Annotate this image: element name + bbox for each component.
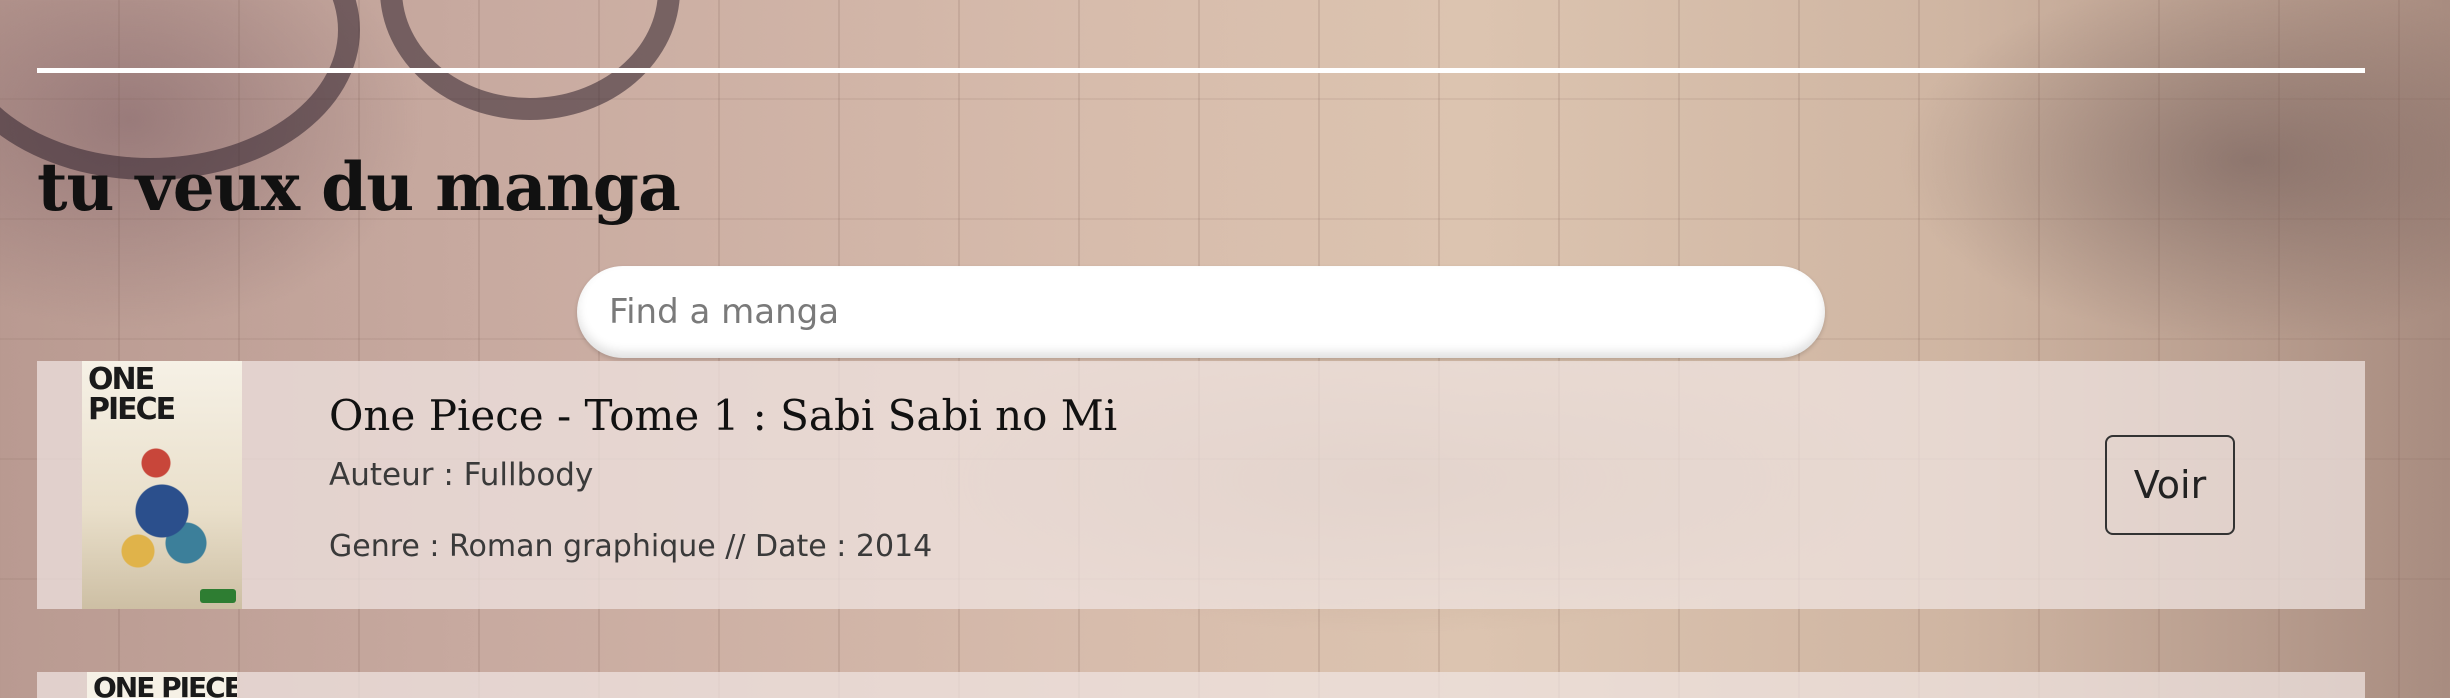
manga-title: One Piece - Tome 1 : Sabi Sabi no Mi xyxy=(329,391,1118,440)
cover-illustration xyxy=(102,423,222,583)
manga-cover-image: ONE PIECE xyxy=(87,672,237,698)
manga-author: Auteur : Fullbody xyxy=(329,457,594,493)
background-brush-stroke xyxy=(380,0,680,120)
manga-cover-image: ONE PIECE xyxy=(82,361,242,609)
publisher-logo xyxy=(200,589,236,603)
view-button[interactable]: Voir xyxy=(2105,435,2235,535)
result-card: ONE PIECE One Piece - Tome 1 : Sabi Sabi… xyxy=(37,361,2365,609)
cover-title-text: ONE PIECE xyxy=(88,362,176,427)
manga-genre-date: Genre : Roman graphique // Date : 2014 xyxy=(329,529,933,564)
header-divider xyxy=(37,68,2365,73)
search-input[interactable] xyxy=(577,266,1825,358)
search-bar xyxy=(577,266,1825,358)
cover-title-text: ONE PIECE xyxy=(93,672,237,698)
page-title: tu veux du manga xyxy=(37,148,681,226)
result-card: ONE PIECE xyxy=(37,672,2365,698)
